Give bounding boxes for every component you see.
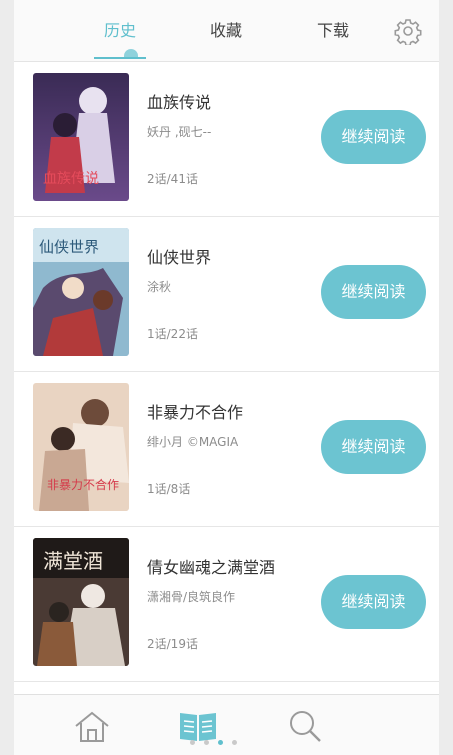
comic-author: 潇湘骨/良筑良作 xyxy=(147,590,236,604)
home-icon[interactable] xyxy=(72,709,112,743)
top-tab-bar: 历史 收藏 下载 xyxy=(14,0,439,62)
list-item[interactable]: 血族传说 血族传说 妖丹 ,砚七-- 2话/41话 继续阅读 xyxy=(14,62,439,217)
search-icon[interactable] xyxy=(286,709,326,743)
tab-history[interactable]: 历史 xyxy=(80,20,160,44)
active-tab-indicator xyxy=(94,57,146,59)
read-progress: 1话/22话 xyxy=(147,327,198,341)
read-progress: 1话/8话 xyxy=(147,482,191,496)
continue-reading-button[interactable]: 继续阅读 xyxy=(321,575,426,629)
continue-reading-button[interactable]: 继续阅读 xyxy=(321,420,426,474)
read-progress: 2话/41话 xyxy=(147,172,198,186)
continue-reading-button[interactable]: 继续阅读 xyxy=(321,265,426,319)
cover-image[interactable]: 血族传说 xyxy=(33,73,129,201)
page-indicator xyxy=(190,740,254,746)
gear-icon[interactable] xyxy=(394,17,422,47)
svg-text:非暴力不合作: 非暴力不合作 xyxy=(47,477,119,492)
read-progress: 2话/19话 xyxy=(147,637,198,651)
comic-title: 倩女幽魂之满堂酒 xyxy=(147,558,276,577)
svg-text:满堂酒: 满堂酒 xyxy=(43,549,103,573)
svg-text:血族传说: 血族传说 xyxy=(43,171,99,187)
bookshelf-icon[interactable] xyxy=(178,709,218,743)
list-item[interactable]: 仙侠世界 仙侠世界 涂秋 1话/22话 继续阅读 xyxy=(14,217,439,372)
list-item[interactable]: 满堂酒 倩女幽魂之满堂酒 潇湘骨/良筑良作 2话/19话 继续阅读 xyxy=(14,527,439,682)
history-list: 血族传说 血族传说 妖丹 ,砚七-- 2话/41话 继续阅读 仙侠世界 仙侠世界… xyxy=(14,62,439,702)
page-dot xyxy=(204,740,209,745)
continue-reading-button[interactable]: 继续阅读 xyxy=(321,110,426,164)
cover-image[interactable]: 仙侠世界 xyxy=(33,228,129,356)
bottom-nav xyxy=(14,694,439,755)
list-item[interactable]: 非暴力不合作 非暴力不合作 绯小月 ©MAGIA 1话/8话 继续阅读 xyxy=(14,372,439,527)
comic-author: 妖丹 ,砚七-- xyxy=(147,125,212,139)
comic-title: 仙侠世界 xyxy=(147,248,212,267)
comic-title: 非暴力不合作 xyxy=(147,403,244,422)
comic-title: 血族传说 xyxy=(147,93,212,112)
page-dot xyxy=(232,740,237,745)
comic-author: 绯小月 ©MAGIA xyxy=(147,435,239,449)
cover-image[interactable]: 非暴力不合作 xyxy=(33,383,129,511)
tab-favorites[interactable]: 收藏 xyxy=(186,20,266,44)
page-dot xyxy=(190,740,195,745)
svg-text:仙侠世界: 仙侠世界 xyxy=(39,238,99,256)
tab-downloads[interactable]: 下载 xyxy=(293,20,373,44)
app-frame: 历史 收藏 下载 血族传说 血族传说 妖丹 ,砚七-- 2话/41话 继续阅读 … xyxy=(14,0,439,755)
cover-image[interactable]: 满堂酒 xyxy=(33,538,129,666)
comic-author: 涂秋 xyxy=(147,280,172,294)
page-dot-active xyxy=(218,740,223,745)
